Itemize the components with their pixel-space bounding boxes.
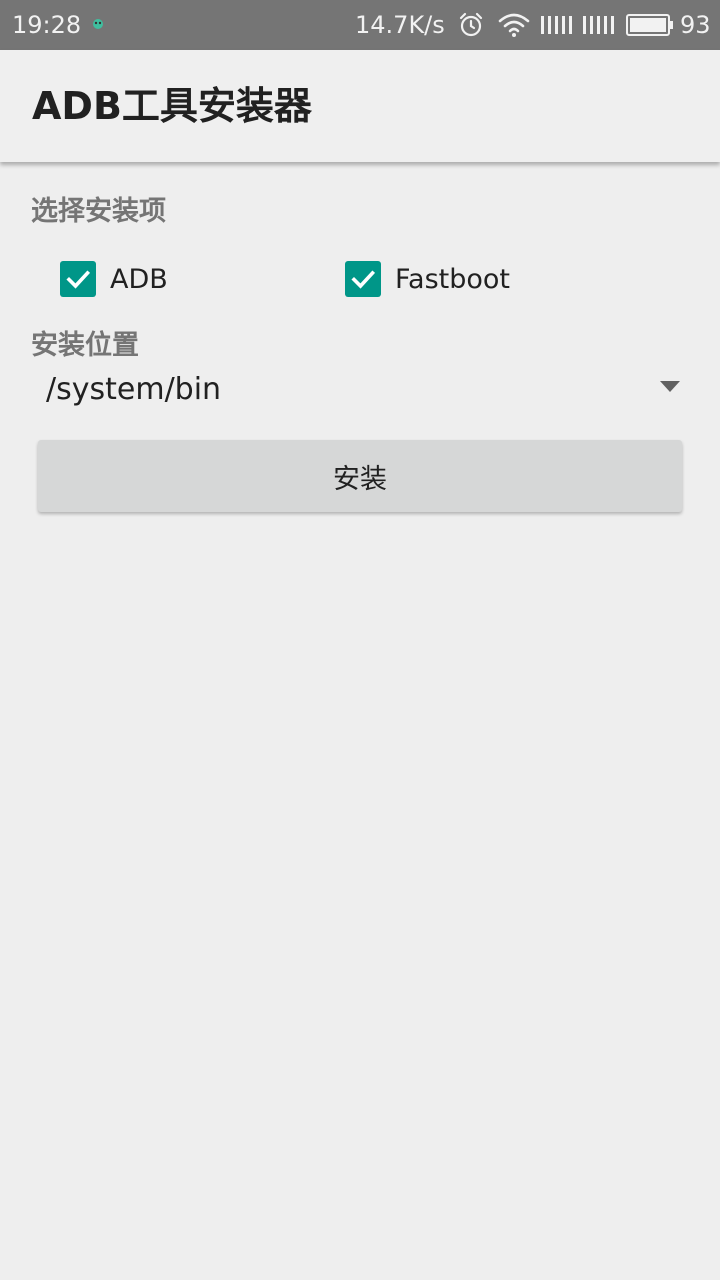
battery-level: 93 (680, 11, 711, 39)
install-location-value: /system/bin (46, 372, 222, 407)
app-bar: ADB工具安装器 (0, 50, 720, 162)
alarm-icon (459, 12, 483, 37)
adb-checkbox[interactable]: ADB (60, 259, 168, 299)
signal-icon (583, 16, 614, 34)
install-options-label: 选择安装项 (31, 196, 166, 227)
status-bar: 19:28 14.7K/s 93 (0, 0, 720, 50)
checkbox-checked-icon (60, 261, 96, 297)
dropdown-arrow-icon (660, 381, 680, 392)
fastboot-checkbox[interactable]: Fastboot (345, 259, 510, 299)
wifi-icon (498, 13, 530, 37)
app-notification-icon (93, 19, 103, 29)
signal-icon (541, 16, 572, 34)
adb-checkbox-label: ADB (110, 263, 168, 295)
checkbox-checked-icon (345, 261, 381, 297)
fastboot-checkbox-label: Fastboot (395, 263, 511, 295)
app-title: ADB工具安装器 (32, 84, 312, 128)
install-button[interactable]: 安装 (38, 440, 682, 512)
network-speed: 14.7K/s (355, 11, 445, 39)
install-location-label: 安装位置 (31, 330, 139, 361)
battery-icon (626, 14, 673, 36)
install-location-dropdown[interactable]: /system/bin (30, 366, 690, 414)
status-time: 19:28 (12, 11, 82, 39)
